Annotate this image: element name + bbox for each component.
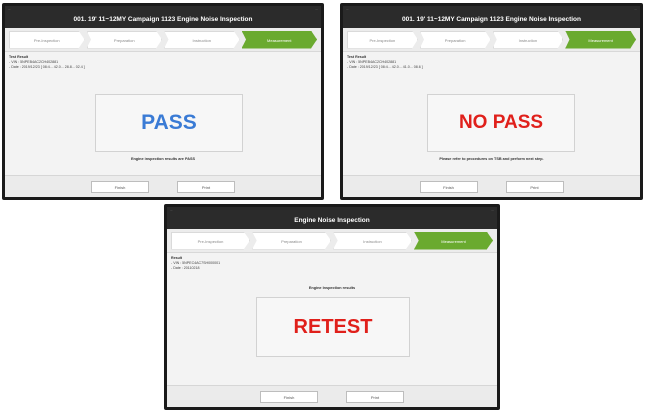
tab-instruction[interactable]: Instruction [492, 30, 564, 49]
test-info: Test Result - VIN : 5NPEB4AC2CH402881 - … [347, 55, 423, 70]
finish-button[interactable]: Finish [91, 180, 149, 193]
footer: Finish Print [5, 175, 321, 197]
result-text: NO PASS [458, 112, 544, 133]
tab-preparation[interactable]: Preparation [419, 30, 491, 49]
screenshot-pass: ... ... 001. 19' 11~12MY Campaign 1123 E… [2, 3, 324, 200]
tab-measurement[interactable]: Measurement [565, 30, 636, 49]
result-box: PASS [95, 94, 243, 152]
finish-button[interactable]: Finish [419, 180, 478, 193]
page-title: 001. 19' 11~12MY Campaign 1123 Engine No… [343, 12, 640, 28]
print-button[interactable]: Print [505, 180, 564, 193]
step-navigation: Pre-Inspection Preparation Instruction M… [5, 28, 321, 52]
result-message: Engine Inspection results [308, 286, 356, 290]
tab-measurement[interactable]: Measurement [414, 231, 493, 250]
tab-preparation[interactable]: Preparation [252, 231, 331, 250]
step-navigation: Pre-Inspection Preparation Instruction M… [343, 28, 640, 52]
tab-pre-inspection[interactable]: Pre-Inspection [347, 30, 418, 49]
page-title: 001. 19' 11~12MY Campaign 1123 Engine No… [5, 12, 321, 28]
footer: Finish Print [343, 175, 640, 197]
footer: Finish Print [167, 385, 497, 407]
test-info: Result - VIN : 5NPEC4AC7SH000001 - Date … [171, 256, 220, 271]
date-line: - Date : 20110218 [171, 266, 200, 270]
result-box: RETEST [256, 297, 410, 357]
result-message: Please refer to procedures on TSB and pe… [439, 157, 544, 161]
tab-instruction[interactable]: Instruction [333, 231, 412, 250]
result-text: PASS [141, 111, 197, 134]
tab-pre-inspection[interactable]: Pre-Inspection [171, 231, 250, 250]
result-box: NO PASS [427, 94, 575, 152]
print-button[interactable]: Print [346, 390, 404, 403]
result-message: Engine inspection results are PASS [130, 157, 196, 161]
screenshot-retest: ... ... Engine Noise Inspection Pre-Insp… [164, 204, 500, 410]
tab-measurement[interactable]: Measurement [241, 30, 317, 49]
tab-pre-inspection[interactable]: Pre-Inspection [9, 30, 85, 49]
finish-button[interactable]: Finish [260, 390, 318, 403]
test-info: Test Result - VIN : 5NPEB4AC2CH402881 - … [9, 55, 85, 70]
date-line: - Date : 2019/12/23 [ 08:4... 42.0... 41… [347, 65, 423, 69]
app-screen: ... ... 001. 19' 11~12MY Campaign 1123 E… [343, 6, 640, 197]
tab-instruction[interactable]: Instruction [164, 30, 240, 49]
tab-preparation[interactable]: Preparation [86, 30, 162, 49]
date-line: - Date : 2019/12/23 [ 08:4... 42.0... 28… [9, 65, 85, 69]
app-screen: ... ... 001. 19' 11~12MY Campaign 1123 E… [5, 6, 321, 197]
print-button[interactable]: Print [177, 180, 235, 193]
step-navigation: Pre-Inspection Preparation Instruction M… [167, 229, 497, 253]
result-text: RETEST [293, 315, 373, 338]
page-title: Engine Noise Inspection [167, 213, 497, 229]
screenshot-no-pass: ... ... 001. 19' 11~12MY Campaign 1123 E… [340, 3, 643, 200]
app-screen: ... ... Engine Noise Inspection Pre-Insp… [167, 207, 497, 407]
